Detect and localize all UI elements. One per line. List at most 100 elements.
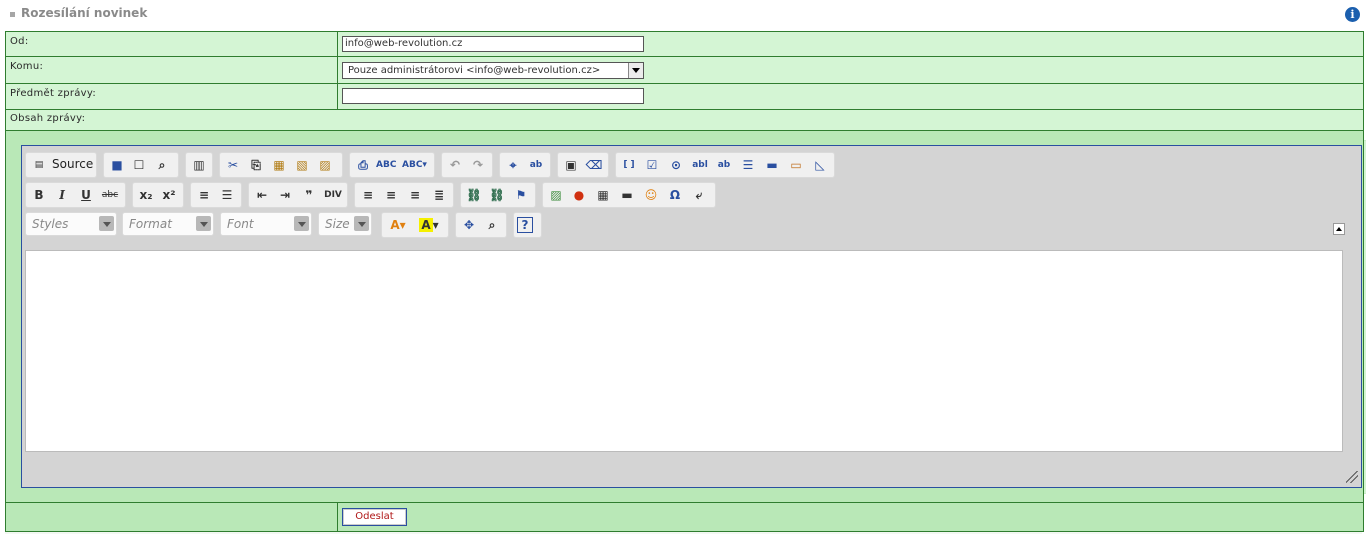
cut-icon[interactable]: ✂ [223, 155, 243, 175]
bulleted-list-icon[interactable]: ☰ [217, 185, 237, 205]
smiley-icon[interactable]: ☺ [641, 185, 661, 205]
subject-label: Předmět zprávy: [10, 88, 97, 99]
chevron-down-icon[interactable] [196, 216, 211, 231]
unlink-icon[interactable]: ⛓ [487, 185, 507, 205]
from-input[interactable]: info@web-revolution.cz [342, 36, 644, 52]
submit-row: Odeslat [6, 502, 1363, 531]
anchor-icon[interactable]: ⚑ [511, 185, 531, 205]
textarea-icon[interactable]: ab [714, 155, 734, 175]
subject-input[interactable] [342, 88, 644, 104]
newsletter-form: Od: info@web-revolution.cz Komu: Pouze a… [5, 31, 1366, 532]
list-group: ≡ ☰ [190, 182, 242, 208]
select-group: ▣ ⌫ [557, 152, 609, 178]
print-icon[interactable]: ⎙ [353, 155, 373, 175]
spellcheck-dropdown-icon[interactable]: ABC▾ [402, 155, 427, 175]
templates-group: ▥ [185, 152, 213, 178]
source-icon: ▤ [34, 160, 44, 170]
text-color-icon[interactable]: A▾ [385, 215, 411, 235]
page-break-icon[interactable]: ⤶ [689, 185, 709, 205]
save-icon[interactable]: ■ [107, 155, 127, 175]
show-blocks-icon[interactable]: ⌕ [482, 215, 502, 235]
format-combo[interactable]: Format [122, 212, 214, 236]
text-style-group: B I U abc [25, 182, 126, 208]
remove-format-icon[interactable]: ⌫ [584, 155, 604, 175]
checkbox-icon[interactable]: ☑ [642, 155, 662, 175]
source-button[interactable]: ▤ Source [25, 152, 97, 178]
numbered-list-icon[interactable]: ≡ [194, 185, 214, 205]
chevron-down-icon[interactable] [628, 63, 643, 78]
collapse-toolbar-button[interactable] [1333, 223, 1345, 235]
image-button-icon[interactable]: ▭ [786, 155, 806, 175]
chevron-down-icon[interactable] [294, 216, 309, 231]
size-combo[interactable]: Size [318, 212, 372, 236]
spellcheck-icon[interactable]: ABC [376, 155, 396, 175]
editor-status-bar [22, 456, 1361, 486]
resize-handle-icon[interactable] [1346, 471, 1358, 483]
help-icon[interactable]: ? [517, 217, 533, 233]
editor-content-area[interactable] [25, 250, 1343, 452]
button-field-icon[interactable]: ▬ [762, 155, 782, 175]
paste-word-icon[interactable]: ▨ [315, 155, 335, 175]
form-icon[interactable]: [ ] [619, 155, 639, 175]
image-icon[interactable]: ▨ [546, 185, 566, 205]
maximize-icon[interactable]: ✥ [459, 215, 479, 235]
column-divider [337, 503, 338, 531]
blockquote-icon[interactable]: ❞ [299, 185, 319, 205]
undo-icon[interactable]: ↶ [445, 155, 465, 175]
select-field-icon[interactable]: ☰ [738, 155, 758, 175]
send-button[interactable]: Odeslat [342, 508, 407, 526]
column-divider [337, 84, 338, 109]
indent-icon[interactable]: ⇥ [275, 185, 295, 205]
replace-icon[interactable]: ab [526, 155, 546, 175]
align-center-icon[interactable]: ≡ [381, 185, 401, 205]
from-label: Od: [10, 36, 29, 47]
paste-text-icon[interactable]: ▧ [292, 155, 312, 175]
indent-group: ⇤ ⇥ ❞ DIV [248, 182, 348, 208]
link-icon[interactable]: ⛓ [464, 185, 484, 205]
div-icon[interactable]: DIV [323, 185, 343, 205]
special-char-icon[interactable]: Ω [665, 185, 685, 205]
subscript-icon[interactable]: x₂ [136, 185, 156, 205]
horizontal-rule-icon[interactable]: ▬ [617, 185, 637, 205]
italic-icon[interactable]: I [52, 185, 72, 205]
radio-icon[interactable]: ⊙ [666, 155, 686, 175]
insert-group: ▨ ● ▦ ▬ ☺ Ω ⤶ [542, 182, 716, 208]
body-row: Obsah zprávy: [6, 110, 1363, 131]
undo-group: ↶ ↷ [441, 152, 493, 178]
to-select-value: Pouze administrátorovi <info@web-revolut… [348, 65, 601, 76]
info-icon[interactable]: i [1345, 7, 1360, 22]
copy-icon[interactable]: ⎘ [246, 155, 266, 175]
paste-icon[interactable]: ▦ [269, 155, 289, 175]
color-group: A▾ A ▾ [381, 212, 449, 238]
font-combo[interactable]: Font [220, 212, 312, 236]
textfield-icon[interactable]: abl [690, 155, 710, 175]
chevron-down-icon[interactable] [99, 216, 114, 231]
templates-icon[interactable]: ▥ [189, 155, 209, 175]
new-page-icon[interactable]: ☐ [129, 155, 149, 175]
redo-icon[interactable]: ↷ [468, 155, 488, 175]
styles-combo[interactable]: Styles [25, 212, 117, 236]
hidden-field-icon[interactable]: ◺ [810, 155, 830, 175]
outdent-icon[interactable]: ⇤ [252, 185, 272, 205]
align-left-icon[interactable]: ≡ [358, 185, 378, 205]
bold-icon[interactable]: B [29, 185, 49, 205]
to-select[interactable]: Pouze administrátorovi <info@web-revolut… [342, 62, 644, 79]
align-justify-icon[interactable]: ≣ [429, 185, 449, 205]
superscript-icon[interactable]: x² [159, 185, 179, 205]
find-icon[interactable]: ⌖ [503, 155, 523, 175]
column-divider [337, 57, 338, 83]
preview-icon[interactable]: ⌕ [152, 155, 172, 175]
background-color-icon[interactable]: A ▾ [416, 215, 442, 235]
flash-icon[interactable]: ● [569, 185, 589, 205]
table-icon[interactable]: ▦ [593, 185, 613, 205]
align-right-icon[interactable]: ≡ [405, 185, 425, 205]
highlight-swatch: A [419, 218, 433, 232]
link-group: ⛓ ⛓ ⚑ [460, 182, 536, 208]
strike-icon[interactable]: abc [100, 185, 120, 205]
chevron-down-icon[interactable] [354, 216, 369, 231]
styles-combo-label: Styles [32, 217, 69, 231]
underline-icon[interactable]: U [76, 185, 96, 205]
select-all-icon[interactable]: ▣ [561, 155, 581, 175]
from-row: Od: info@web-revolution.cz [6, 32, 1363, 57]
page-header: Rozesílání novinek i [0, 0, 1366, 30]
